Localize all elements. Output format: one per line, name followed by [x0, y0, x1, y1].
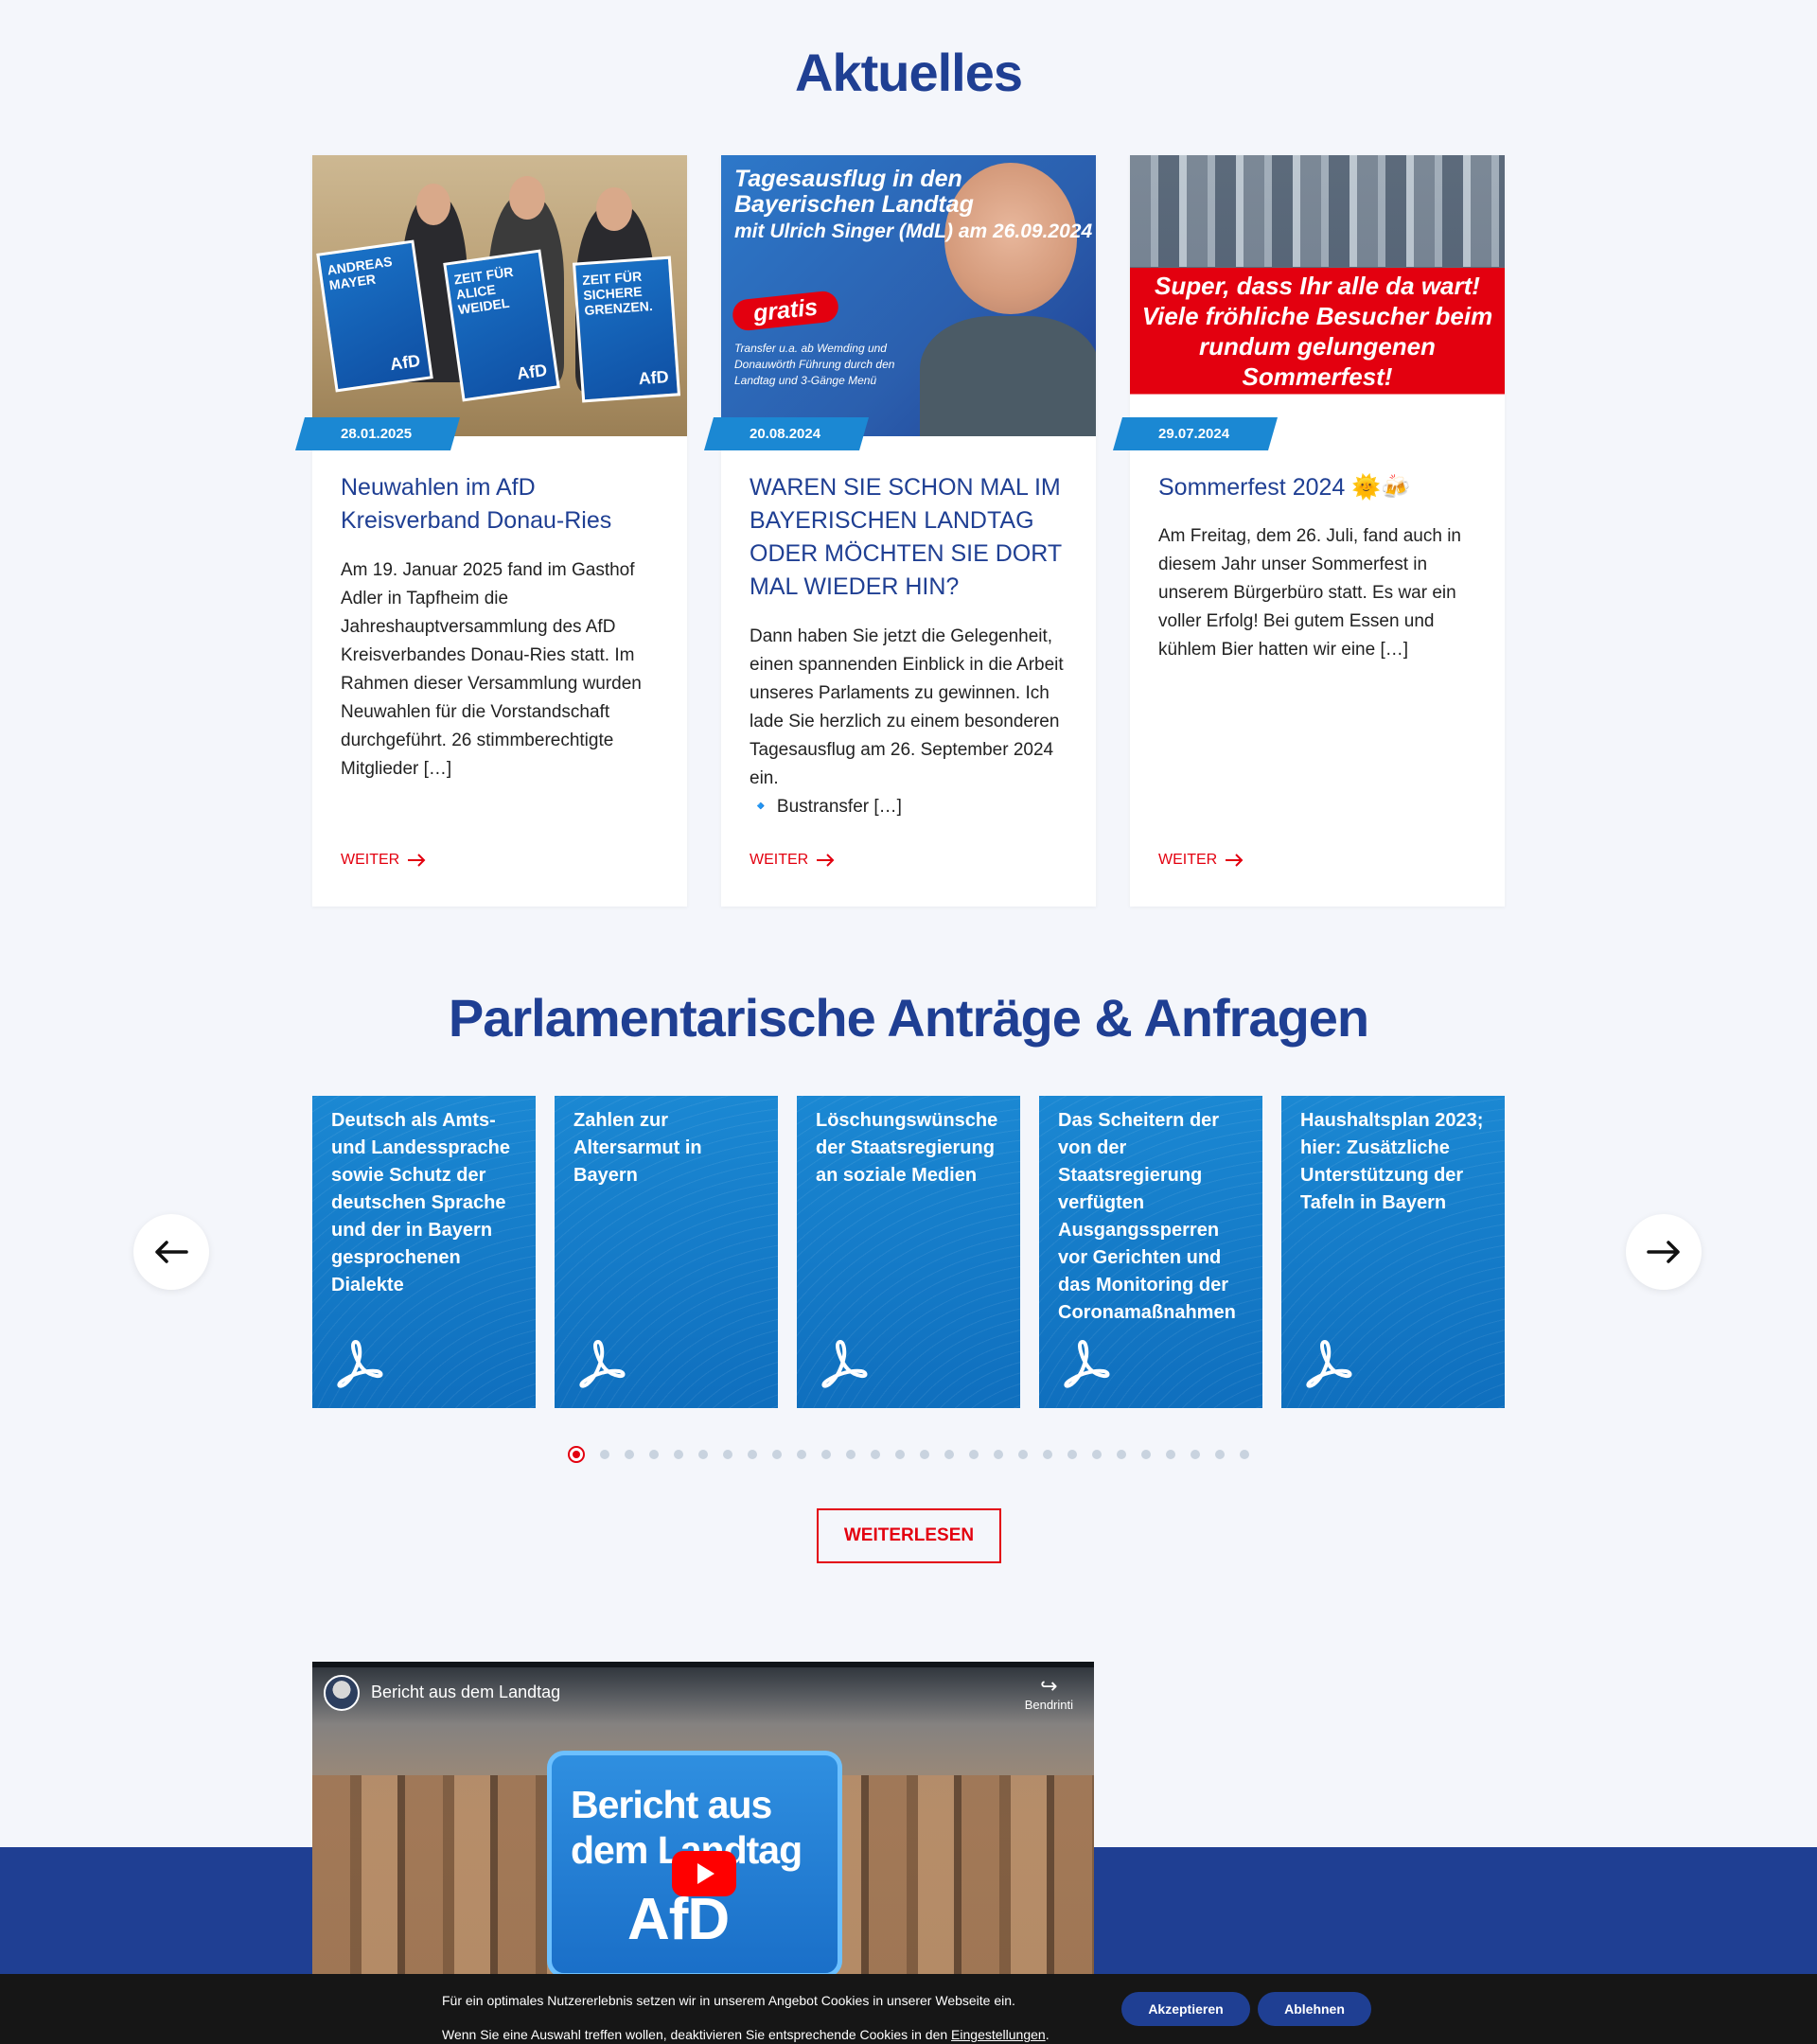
carousel-dot[interactable] [649, 1450, 659, 1459]
arrow-right-icon [1226, 854, 1244, 867]
carousel-dot[interactable] [1067, 1450, 1077, 1459]
arrow-right-icon [817, 854, 835, 867]
more-link[interactable]: WEITER [750, 852, 835, 869]
image-details: Transfer u.a. ab Wemding und Donauwörth … [734, 342, 895, 387]
carousel-dot[interactable] [748, 1450, 757, 1459]
news-excerpt: Am 19. Januar 2025 fand im Gasthof Adler… [341, 560, 642, 779]
accept-cookies-button[interactable]: Akzeptieren [1121, 1992, 1250, 2026]
pdf-icon [337, 1340, 383, 1388]
carousel-dot[interactable] [920, 1450, 929, 1459]
poster-grenzen: ZEIT FÜR SICHERE GRENZEN. AfD [572, 256, 681, 403]
cookie-settings-link[interactable]: Eingestellungen [951, 2027, 1046, 2042]
channel-avatar[interactable] [324, 1675, 360, 1711]
carousel-dot[interactable] [1240, 1450, 1249, 1459]
image-headline: Tagesausflug in den Bayerischen Landtag m… [734, 166, 1093, 243]
arrow-left-icon [155, 1241, 188, 1263]
carousel-dot[interactable] [772, 1450, 782, 1459]
motion-title: Zahlen zur Altersarmut in Bayern [573, 1110, 702, 1186]
carousel-next-button[interactable] [1626, 1214, 1702, 1290]
carousel-dot[interactable] [568, 1446, 585, 1463]
news-image[interactable]: ANDREAS MAYER AfD ZEIT FÜR ALICE WEIDEL Af… [312, 155, 687, 436]
news-title[interactable]: WAREN SIE SCHON MAL IM BAYERISCHEN LANDT… [750, 471, 1067, 604]
pdf-icon [1064, 1340, 1110, 1388]
motion-title: Deutsch als Amts- und Landessprache sowi… [331, 1110, 510, 1295]
carousel-dot[interactable] [1166, 1450, 1175, 1459]
carousel-dot[interactable] [1191, 1450, 1200, 1459]
carousel-dot[interactable] [1215, 1450, 1225, 1459]
carousel-prev-button[interactable] [133, 1214, 209, 1290]
motion-title: Das Scheitern der von der Staatsregierun… [1058, 1110, 1236, 1323]
poster-mayer: ANDREAS MAYER AfD [316, 239, 433, 393]
cookie-banner: Für ein optimales Nutzererlebnis setzen … [0, 1974, 1817, 2044]
news-card[interactable]: Tagesausflug in den Bayerischen Landtag m… [721, 155, 1096, 907]
date-badge: 20.08.2024 [704, 417, 869, 450]
read-more-button[interactable]: WEITERLESEN [817, 1508, 1001, 1563]
carousel-dot[interactable] [969, 1450, 979, 1459]
carousel-dot[interactable] [1141, 1450, 1151, 1459]
news-title[interactable]: Sommerfest 2024 🌞🍻 [1158, 471, 1476, 504]
carousel-dot[interactable] [1092, 1450, 1102, 1459]
news-excerpt: Am Freitag, dem 26. Juli, fand auch in d… [1158, 526, 1461, 660]
carousel-dot[interactable] [1043, 1450, 1052, 1459]
carousel-dot[interactable] [1018, 1450, 1028, 1459]
news-card[interactable]: ANDREAS MAYER AfD ZEIT FÜR ALICE WEIDEL Af… [312, 155, 687, 907]
news-excerpt: Dann haben Sie jetzt die Gelegenheit, ei… [750, 626, 1064, 788]
play-icon[interactable] [672, 1851, 736, 1896]
carousel-dot[interactable] [846, 1450, 856, 1459]
motion-card[interactable]: Löschungswünsche der Staatsregierung an … [797, 1096, 1020, 1408]
news-image[interactable]: Tagesausflug in den Bayerischen Landtag m… [721, 155, 1096, 436]
carousel-dot[interactable] [600, 1450, 609, 1459]
share-icon: ↪ [1040, 1674, 1058, 1698]
poster-weidel: ZEIT FÜR ALICE WEIDEL AfD [443, 249, 560, 402]
carousel-dot[interactable] [797, 1450, 806, 1459]
video-title[interactable]: Bericht aus dem Landtag [371, 1683, 560, 1702]
date-badge: 28.01.2025 [295, 417, 460, 450]
motion-card[interactable]: Zahlen zur Altersarmut in Bayern [555, 1096, 778, 1408]
arrow-right-icon [1647, 1241, 1680, 1263]
date-badge: 29.07.2024 [1113, 417, 1278, 450]
news-card[interactable]: Super, dass Ihr alle da wart! Viele fröh… [1130, 155, 1505, 907]
news-image[interactable]: Super, dass Ihr alle da wart! Viele fröh… [1130, 155, 1505, 436]
carousel-dot[interactable] [698, 1450, 708, 1459]
share-button[interactable]: ↪ Bendrinti [1025, 1674, 1073, 1713]
motion-card[interactable]: Haushaltsplan 2023; hier: Zusätzliche Un… [1281, 1096, 1505, 1408]
news-heading: Aktuelles [795, 43, 1023, 102]
news-title[interactable]: Neuwahlen im AfD Kreisverband Donau-Ries [341, 471, 659, 537]
gratis-badge: gratis [731, 290, 840, 332]
carousel-pagination [0, 1446, 1817, 1463]
parliament-heading: Parlamentarische Anträge & Anfragen [448, 988, 1369, 1048]
carousel-dot[interactable] [994, 1450, 1003, 1459]
carousel-dot[interactable] [895, 1450, 905, 1459]
pdf-icon [821, 1340, 868, 1388]
carousel-dot[interactable] [821, 1450, 831, 1459]
cookie-text: Für ein optimales Nutzererlebnis setzen … [442, 1993, 1050, 2042]
motion-card[interactable]: Deutsch als Amts- und Landessprache sowi… [312, 1096, 536, 1408]
carousel-dot[interactable] [723, 1450, 732, 1459]
decline-cookies-button[interactable]: Ablehnen [1258, 1992, 1371, 2026]
motion-card[interactable]: Das Scheitern der von der Staatsregierun… [1039, 1096, 1262, 1408]
pdf-icon [579, 1340, 626, 1388]
news-excerpt-extra: 🔹 Bustransfer […] [750, 797, 902, 817]
carousel-dot[interactable] [625, 1450, 634, 1459]
more-link[interactable]: WEITER [1158, 852, 1244, 869]
more-link[interactable]: WEITER [341, 852, 426, 869]
pdf-icon [1306, 1340, 1352, 1388]
carousel-dot[interactable] [674, 1450, 683, 1459]
carousel-dot[interactable] [871, 1450, 880, 1459]
motion-title: Löschungswünsche der Staatsregierung an … [816, 1110, 998, 1186]
carousel-dot[interactable] [944, 1450, 954, 1459]
image-headline: Super, dass Ihr alle da wart! Viele fröh… [1141, 272, 1493, 391]
carousel-dot[interactable] [1117, 1450, 1126, 1459]
arrow-right-icon [408, 854, 426, 867]
motion-title: Haushaltsplan 2023; hier: Zusätzliche Un… [1300, 1110, 1484, 1213]
